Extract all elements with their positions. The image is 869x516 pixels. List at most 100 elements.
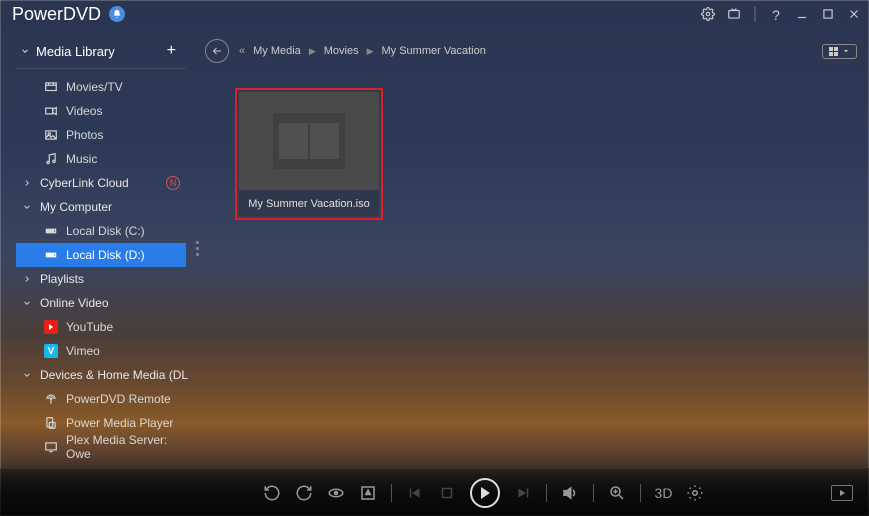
separator [546, 484, 547, 502]
sidebar-item-videos[interactable]: Videos [16, 99, 190, 123]
minimize-icon[interactable] [795, 7, 809, 21]
sidebar-section-label: CyberLink Cloud [40, 176, 129, 190]
sidebar-item-disk-c[interactable]: Local Disk (C:) [16, 219, 190, 243]
vimeo-icon: V [44, 344, 58, 358]
next-button[interactable] [514, 484, 532, 502]
zoom-button[interactable] [608, 484, 626, 502]
file-item-iso[interactable]: My Summer Vacation.iso [235, 88, 383, 220]
disk-icon [44, 224, 58, 238]
mini-player-button[interactable] [831, 485, 853, 501]
monitor-icon [44, 440, 58, 454]
sidebar-item-label: Photos [66, 128, 103, 142]
sidebar-item-label: PowerDVD Remote [66, 392, 171, 406]
breadcrumb-level2[interactable]: My Summer Vacation [382, 45, 486, 57]
separator: | [753, 5, 757, 23]
grid-view-icon [829, 47, 838, 56]
chevron-down-icon [22, 370, 32, 380]
tv-mode-icon[interactable] [727, 7, 741, 21]
sidebar-section-my-computer[interactable]: My Computer [16, 195, 190, 219]
sidebar-section-label: Playlists [40, 272, 84, 286]
sidebar-item-label: YouTube [66, 320, 113, 334]
sidebar-resize-handle[interactable] [190, 28, 205, 468]
stop-button[interactable] [438, 484, 456, 502]
main-content: « My Media ▶ Movies ▶ My Summer Vacation [205, 28, 869, 468]
separator [640, 484, 641, 502]
sidebar-item-label: Plex Media Server: Owe [66, 433, 190, 461]
playback-settings-button[interactable] [686, 484, 704, 502]
sidebar-item-music[interactable]: Music [16, 147, 190, 171]
sidebar-item-vimeo[interactable]: V Vimeo [16, 339, 190, 363]
topbar: « My Media ▶ Movies ▶ My Summer Vacation [205, 36, 857, 66]
music-icon [44, 152, 58, 166]
redo-button[interactable] [295, 484, 313, 502]
media-library-header[interactable]: Media Library + [16, 38, 186, 69]
sidebar-item-label: Power Media Player [66, 416, 173, 430]
sidebar-section-devices[interactable]: Devices & Home Media (DL [16, 363, 190, 387]
breadcrumb-history-icon[interactable]: « [239, 45, 245, 57]
sidebar-item-label: Videos [66, 104, 102, 118]
chevron-right-icon [22, 178, 32, 188]
back-button[interactable] [205, 39, 229, 63]
sidebar-section-label: My Computer [40, 200, 112, 214]
sidebar-item-disk-d[interactable]: Local Disk (D:) [16, 243, 186, 267]
separator [391, 484, 392, 502]
filmstrip-icon [273, 113, 345, 169]
sidebar-item-label: Local Disk (C:) [66, 224, 145, 238]
dropdown-caret-icon [842, 47, 850, 55]
sidebar-item-label: Movies/TV [66, 80, 123, 94]
sidebar-section-label: Online Video [40, 296, 109, 310]
vr-mode-button[interactable] [359, 484, 377, 502]
sidebar-item-label: Local Disk (D:) [66, 248, 145, 262]
3d-button[interactable]: 3D [655, 485, 673, 501]
chevron-right-icon [22, 274, 32, 284]
undo-button[interactable] [263, 484, 281, 502]
player-bar: 3D [0, 468, 869, 516]
truetheater-button[interactable] [327, 484, 345, 502]
breadcrumb-root[interactable]: My Media [253, 45, 301, 57]
notifications-button[interactable] [109, 6, 125, 22]
sidebar-section-cyberlink-cloud[interactable]: CyberLink Cloud N [16, 171, 190, 195]
device-icon [44, 416, 58, 430]
settings-icon[interactable] [701, 7, 715, 21]
view-mode-button[interactable] [822, 44, 857, 59]
new-badge: N [166, 176, 180, 190]
app-title: PowerDVD [12, 4, 101, 25]
maximize-icon[interactable] [821, 7, 835, 21]
titlebar: PowerDVD | ? [0, 0, 869, 28]
youtube-icon [44, 320, 58, 334]
breadcrumb-separator-icon: ▶ [367, 46, 374, 57]
volume-button[interactable] [561, 484, 579, 502]
close-icon[interactable] [847, 7, 861, 21]
movies-tv-icon [44, 80, 58, 94]
chevron-down-icon [22, 202, 32, 212]
help-icon[interactable]: ? [769, 7, 783, 21]
breadcrumb-separator-icon: ▶ [309, 46, 316, 57]
play-button[interactable] [470, 478, 500, 508]
sidebar-item-label: Music [66, 152, 97, 166]
file-grid: My Summer Vacation.iso [205, 66, 857, 220]
sidebar-item-movies-tv[interactable]: Movies/TV [16, 75, 190, 99]
sidebar-item-photos[interactable]: Photos [16, 123, 190, 147]
sidebar-item-powerdvd-remote[interactable]: PowerDVD Remote [16, 387, 190, 411]
sidebar-section-online-video[interactable]: Online Video [16, 291, 190, 315]
prev-button[interactable] [406, 484, 424, 502]
sidebar-section-playlists[interactable]: Playlists [16, 267, 190, 291]
breadcrumb-level1[interactable]: Movies [324, 45, 359, 57]
file-label: My Summer Vacation.iso [239, 190, 379, 216]
media-library-label: Media Library [36, 44, 115, 59]
video-icon [44, 104, 58, 118]
chevron-down-icon [22, 298, 32, 308]
sidebar-item-label: Vimeo [66, 344, 100, 358]
remote-icon [44, 392, 58, 406]
file-thumbnail [239, 92, 379, 190]
sidebar-item-youtube[interactable]: YouTube [16, 315, 190, 339]
add-media-button[interactable]: + [167, 42, 176, 60]
sidebar: Media Library + Movies/TV Videos Photos [0, 28, 190, 468]
disk-icon [44, 248, 58, 262]
separator [593, 484, 594, 502]
photo-icon [44, 128, 58, 142]
breadcrumb: « My Media ▶ Movies ▶ My Summer Vacation [239, 45, 486, 57]
sidebar-item-plex[interactable]: Plex Media Server: Owe [16, 435, 190, 459]
sidebar-item-power-media-player[interactable]: Power Media Player [16, 411, 190, 435]
chevron-down-icon [20, 46, 30, 56]
